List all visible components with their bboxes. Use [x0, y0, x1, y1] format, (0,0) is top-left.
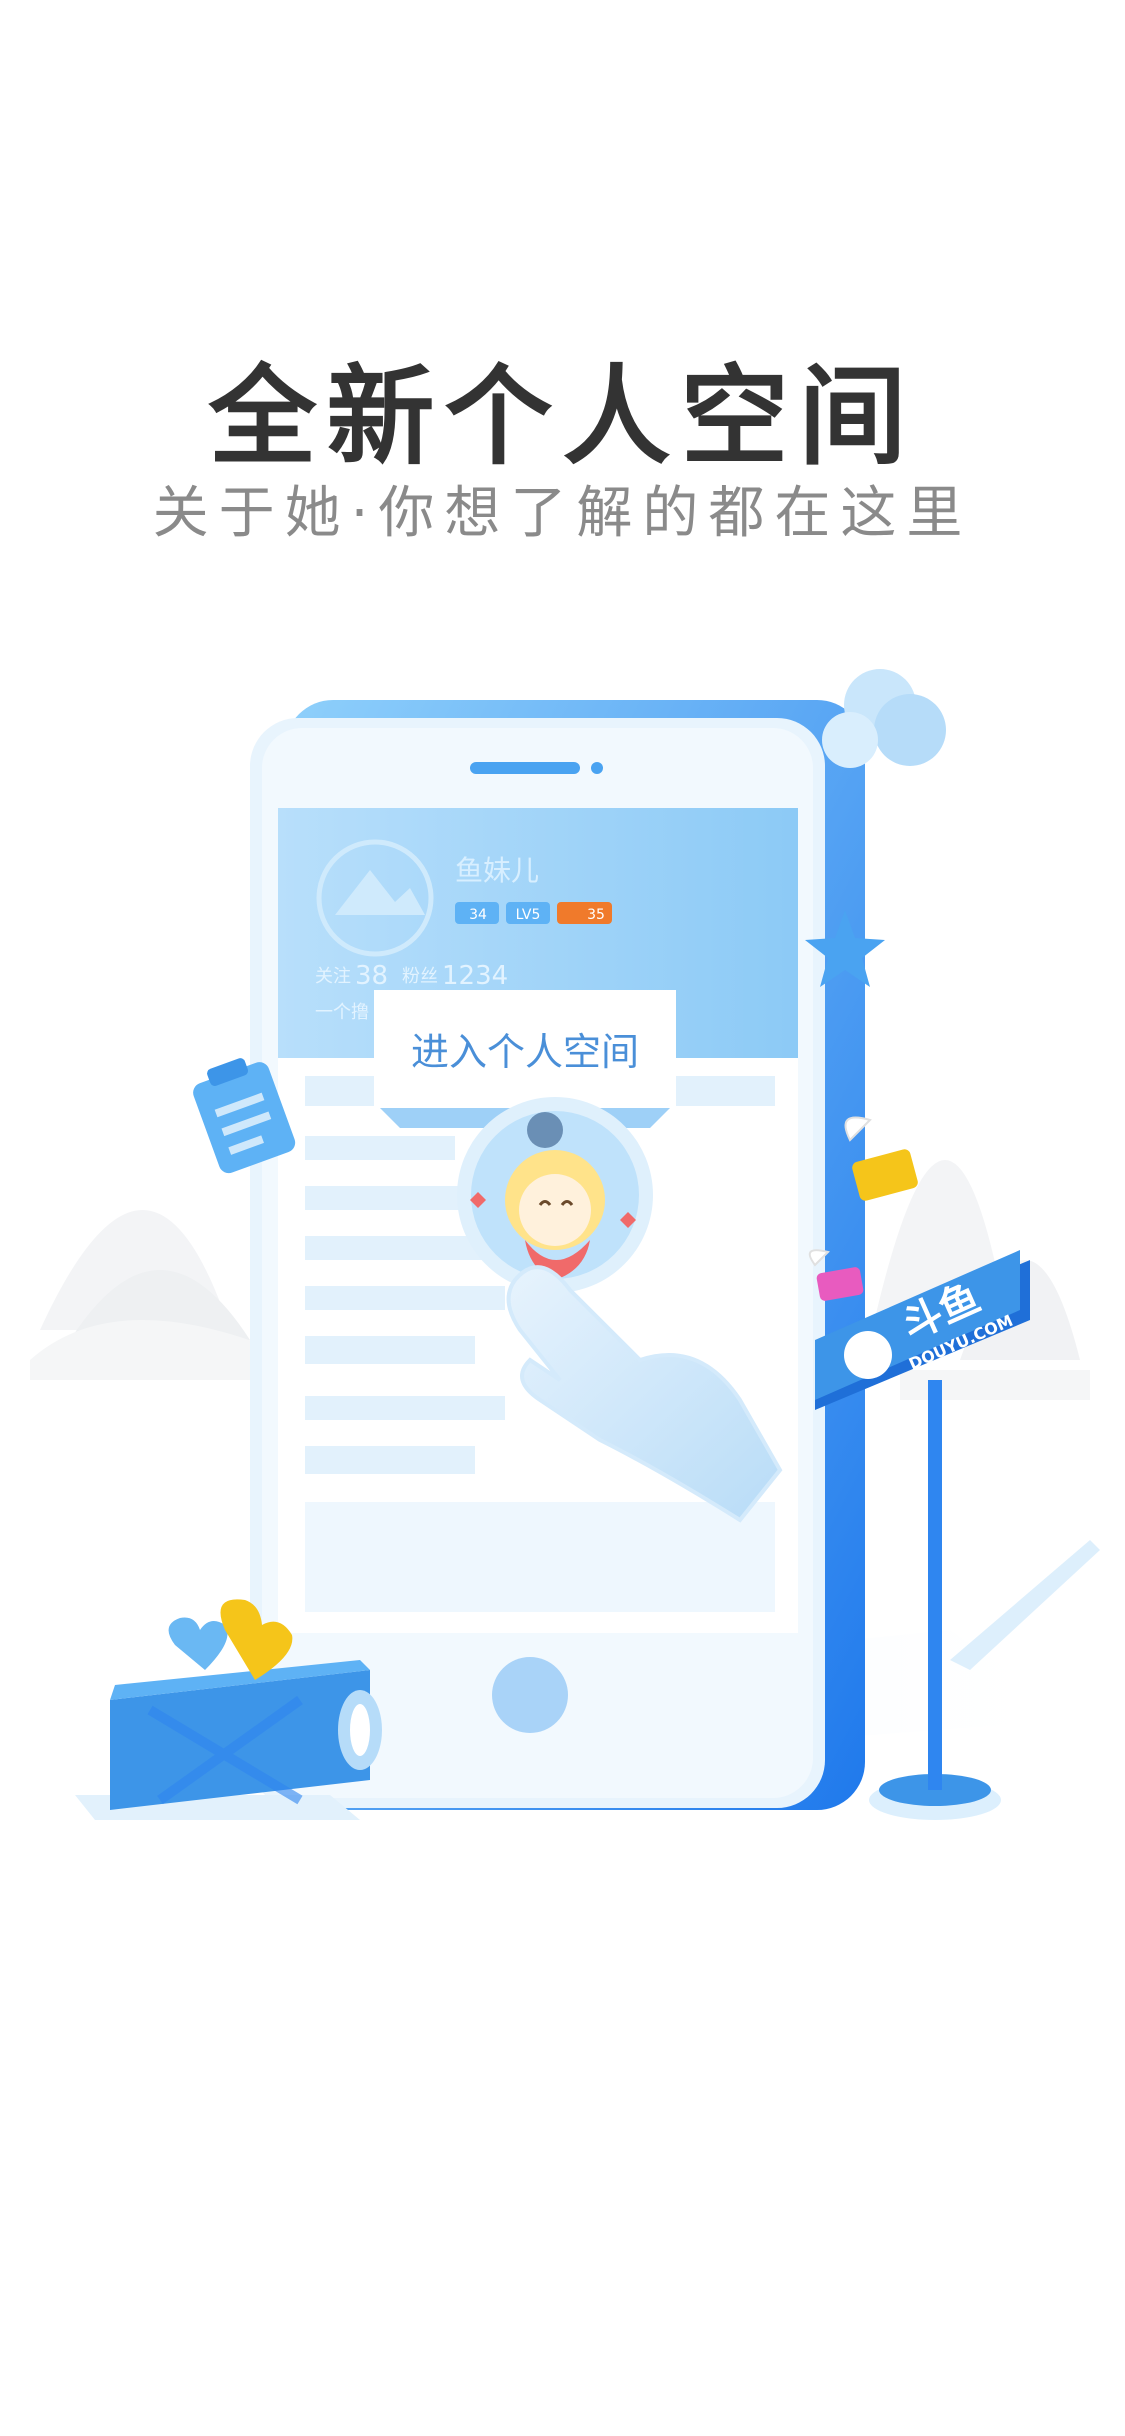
page-subtitle: 关于她·你想了解的都在这里: [152, 481, 973, 546]
badge-level: LV5: [506, 902, 550, 924]
douyu-logo-icon: [844, 1331, 892, 1379]
svg-text:34: 34: [469, 907, 487, 923]
anchor-avatar[interactable]: [457, 1097, 653, 1293]
svg-text:35: 35: [587, 907, 605, 923]
cloud-icon: [822, 669, 946, 768]
phone-speaker: [470, 762, 580, 774]
phone-home-button: [492, 1657, 568, 1733]
fans-label: 粉丝: [402, 966, 438, 987]
svg-text:LV5: LV5: [516, 907, 541, 923]
heart-blue-icon: [168, 1617, 228, 1670]
badge-extra: 35: [557, 902, 612, 924]
light-streak: [950, 1540, 1100, 1670]
personal-space-illustration: 鱼妹儿 34 LV5 35 关注 38 粉丝 1234 一个撸 进入个人空间 斗…: [30, 669, 1100, 1820]
page-title: 全新个人空间: [208, 355, 917, 480]
badge-fans: 34: [455, 902, 499, 924]
follow-label: 关注: [315, 966, 351, 987]
profile-name: 鱼妹儿: [455, 854, 539, 887]
profile-intro: 一个撸: [315, 1002, 369, 1023]
enter-personal-space-label: 进入个人空间: [411, 1030, 639, 1074]
follow-count: 38: [355, 961, 388, 991]
fans-count: 1234: [442, 961, 508, 991]
phone-camera-icon: [591, 762, 603, 774]
